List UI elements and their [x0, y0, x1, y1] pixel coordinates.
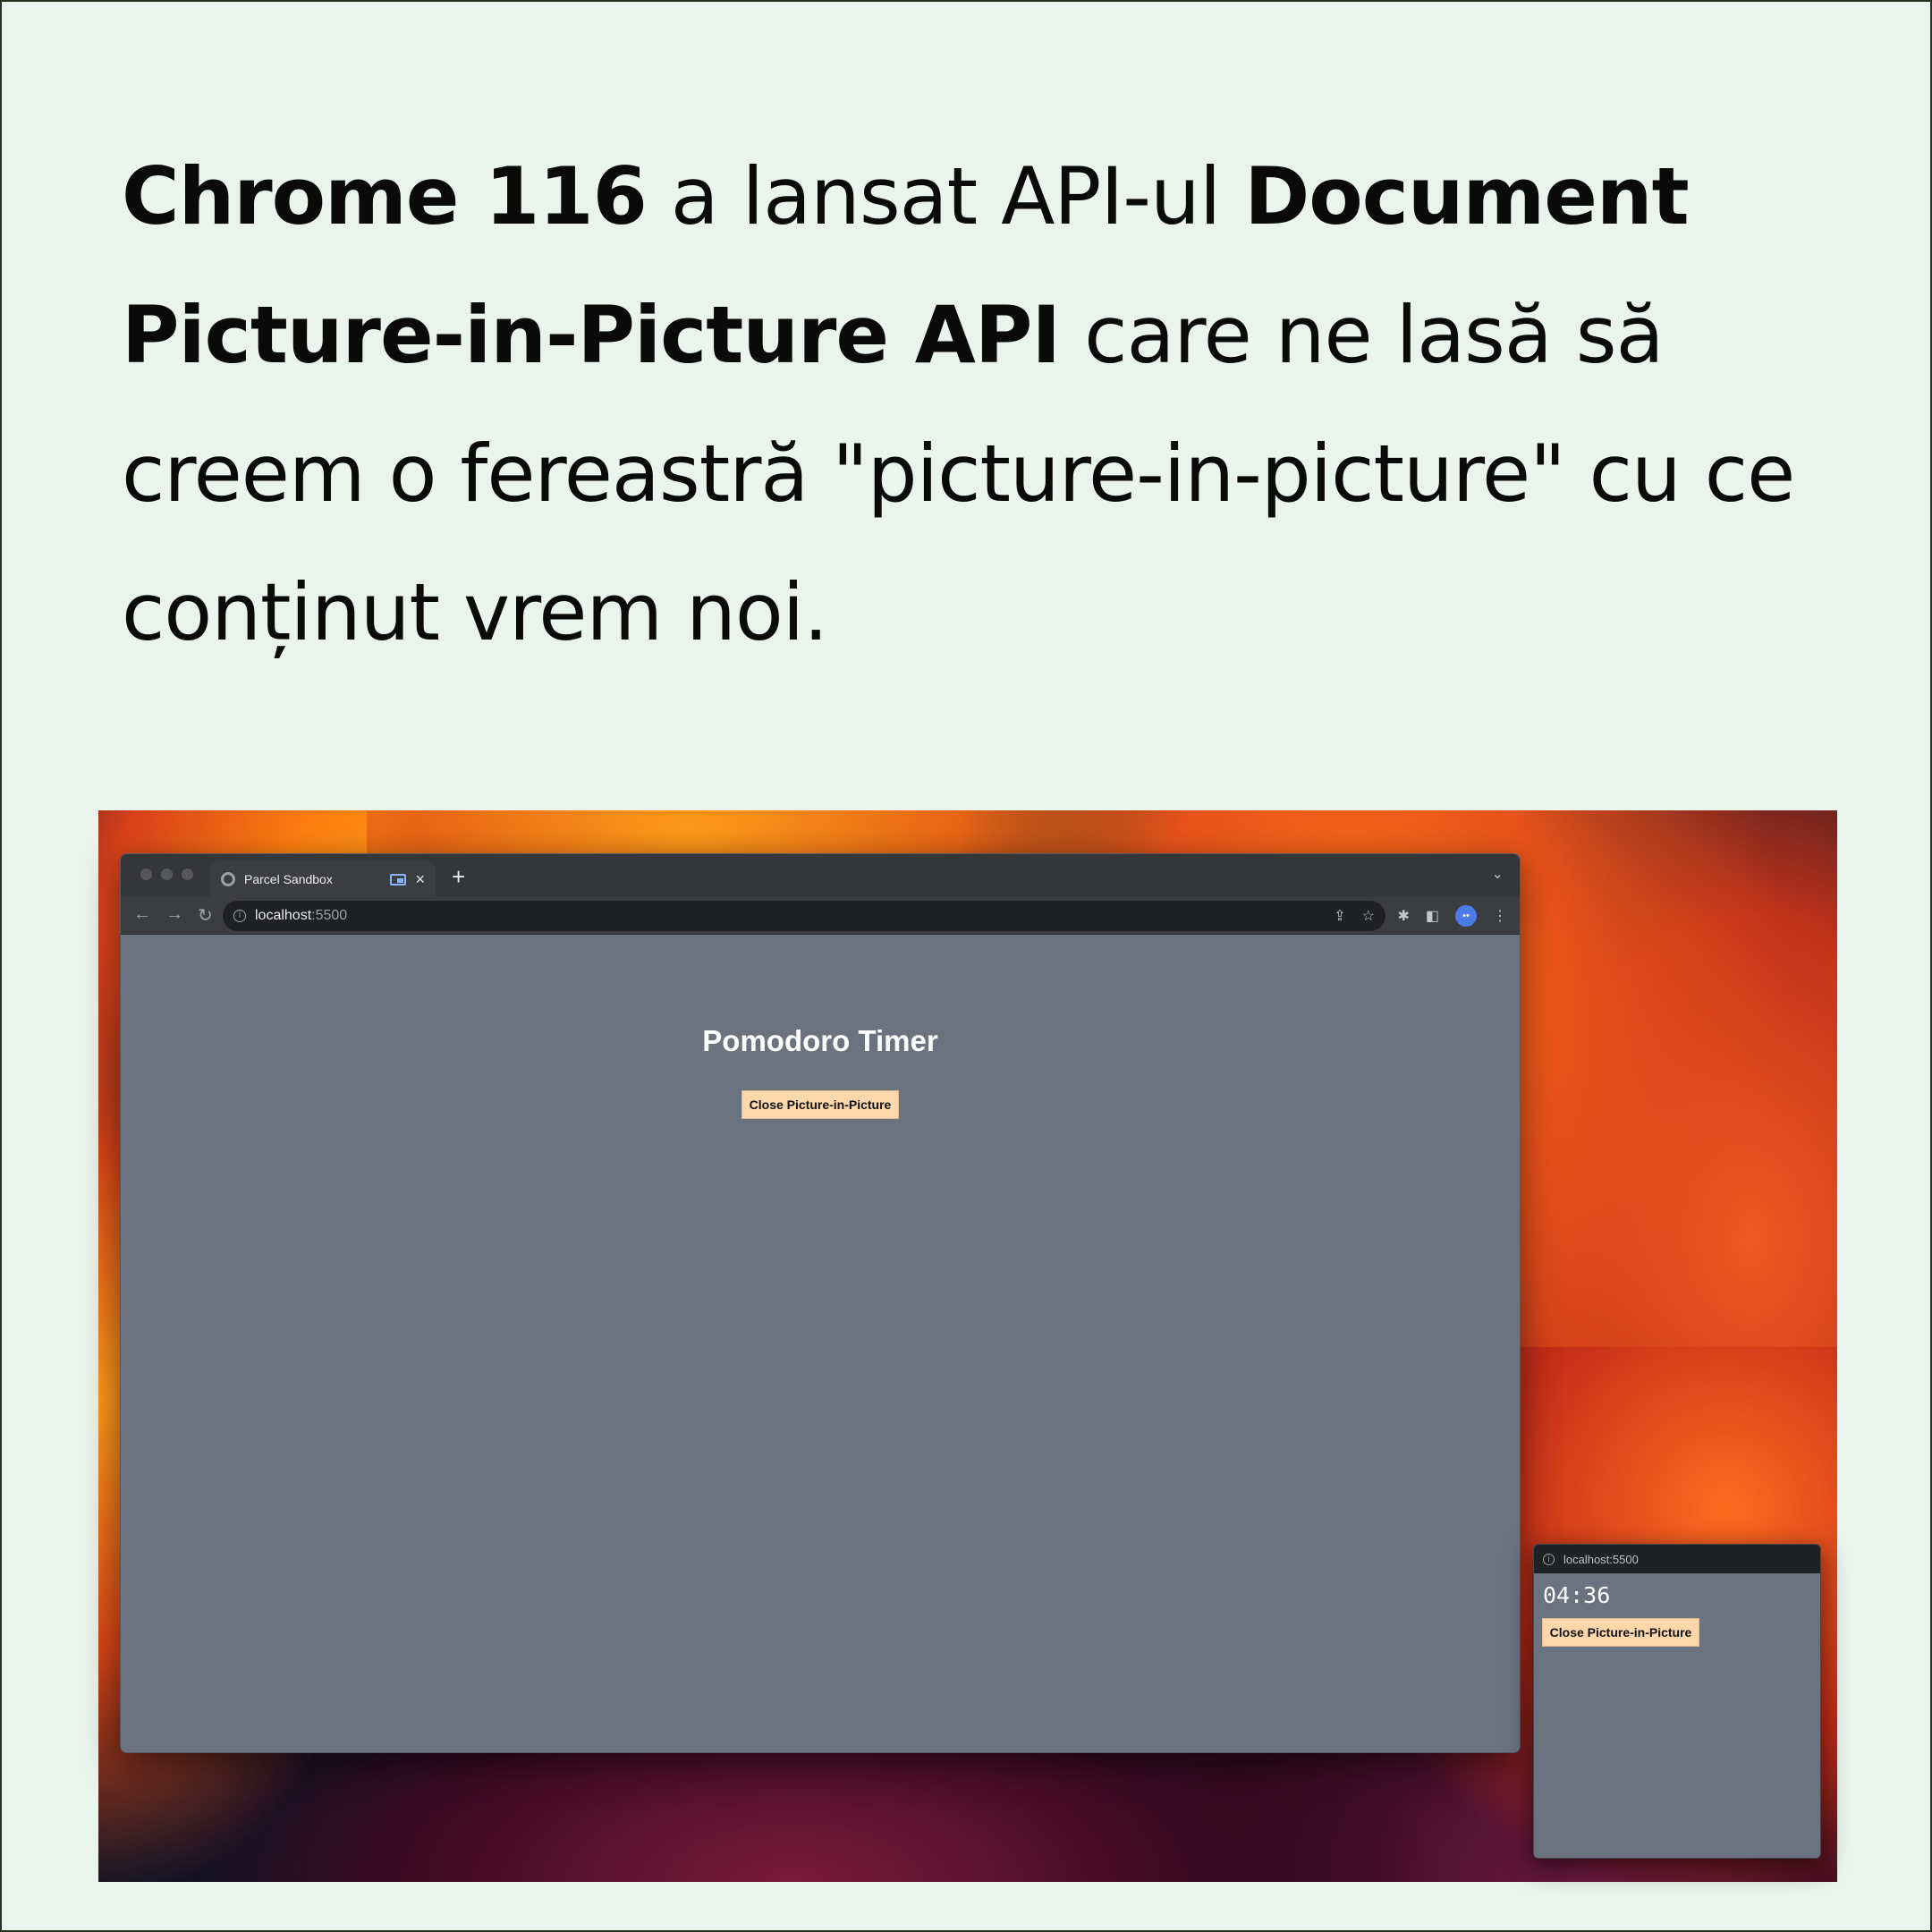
- share-icon[interactable]: ⇪: [1334, 907, 1345, 925]
- pip-close-button[interactable]: Close Picture-in-Picture: [1542, 1618, 1699, 1647]
- tab-parcel-sandbox[interactable]: Parcel Sandbox ×: [210, 861, 436, 897]
- window-controls: [140, 869, 193, 880]
- menu-icon[interactable]: ⋮: [1493, 907, 1507, 925]
- browser-window: Parcel Sandbox × + ⌄ ← → ↻ i localhost:5…: [120, 853, 1521, 1753]
- headline-text-1: a lansat API-ul: [646, 150, 1245, 242]
- url-port: :5500: [311, 908, 348, 923]
- url-host: localhost: [255, 908, 312, 923]
- new-tab-button[interactable]: +: [452, 863, 465, 891]
- extensions-icon[interactable]: ✱: [1397, 907, 1409, 925]
- tab-strip: Parcel Sandbox × + ⌄: [121, 854, 1520, 897]
- page-title: Pomodoro Timer: [702, 1024, 938, 1057]
- picture-in-picture-icon: [390, 873, 407, 886]
- maximize-window-button[interactable]: [182, 869, 193, 880]
- address-bar[interactable]: i localhost:5500 ⇪ ☆: [223, 901, 1385, 931]
- site-info-icon: i: [1543, 1553, 1555, 1565]
- site-info-icon[interactable]: i: [233, 910, 246, 922]
- pip-window: i localhost:5500 04:36 Close Picture-in-…: [1533, 1544, 1821, 1859]
- browser-toolbar: ← → ↻ i localhost:5500 ⇪ ☆ ✱ ◧ •• ⋮: [121, 897, 1520, 935]
- headline-bold-chrome: Chrome 116: [122, 150, 648, 242]
- globe-icon: [221, 872, 235, 886]
- page-content: Pomodoro Timer Close Picture-in-Picture: [121, 935, 1520, 1752]
- bookmark-star-icon[interactable]: ☆: [1362, 907, 1375, 925]
- side-panel-icon[interactable]: ◧: [1426, 907, 1439, 925]
- headline: Chrome 116 a lansat API-ul Document Pict…: [122, 127, 1821, 682]
- close-pip-button[interactable]: Close Picture-in-Picture: [741, 1090, 899, 1119]
- omnibox-actions: ⇪ ☆: [1334, 907, 1375, 925]
- navigation-buttons: ← → ↻: [133, 904, 213, 927]
- reload-icon[interactable]: ↻: [198, 904, 213, 927]
- pip-title-bar: i localhost:5500: [1534, 1545, 1820, 1573]
- back-icon[interactable]: ←: [133, 904, 151, 927]
- profile-avatar[interactable]: ••: [1455, 905, 1477, 927]
- tab-close-icon[interactable]: ×: [415, 870, 425, 889]
- minimize-window-button[interactable]: [161, 869, 173, 880]
- forward-icon[interactable]: →: [165, 904, 183, 927]
- toolbar-actions: ✱ ◧ •• ⋮: [1397, 905, 1507, 927]
- pip-url: localhost:5500: [1563, 1552, 1639, 1566]
- tab-title: Parcel Sandbox: [244, 872, 333, 886]
- close-window-button[interactable]: [140, 869, 152, 880]
- tab-search-chevron-icon[interactable]: ⌄: [1492, 865, 1504, 883]
- timer-display: 04:36: [1543, 1582, 1611, 1608]
